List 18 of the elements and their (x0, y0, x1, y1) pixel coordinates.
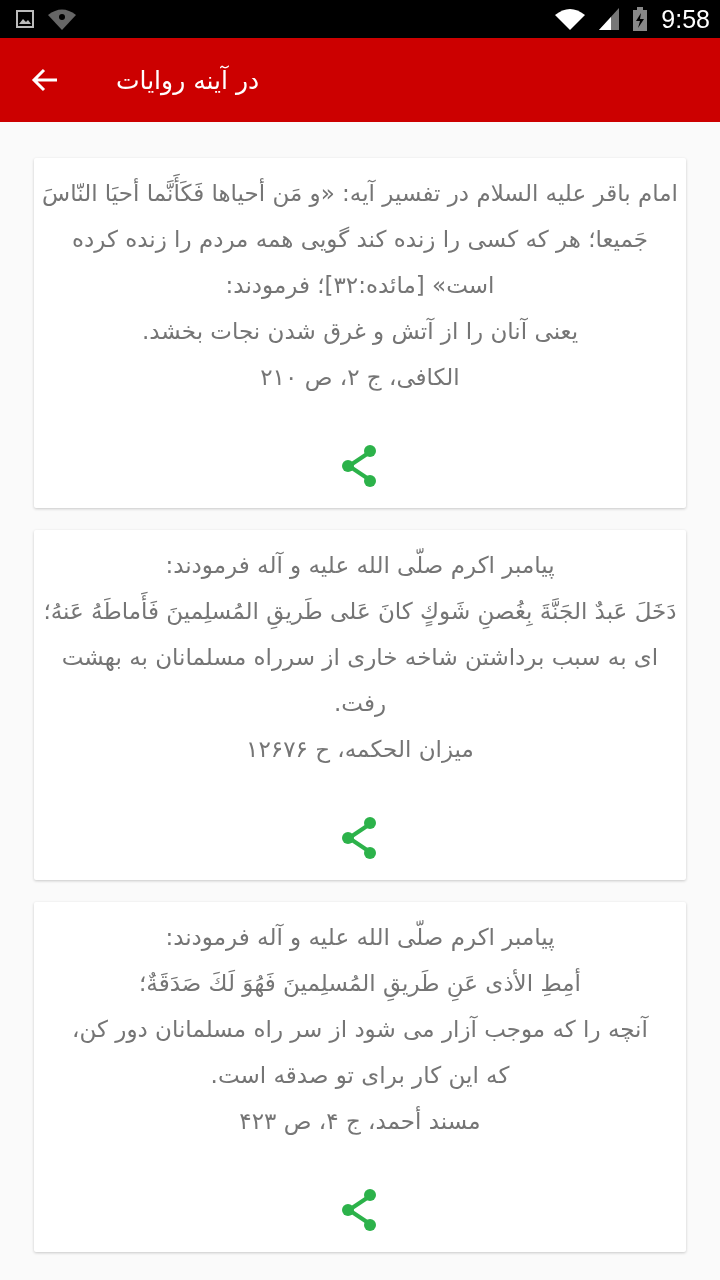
hadith-text: ای به سبب برداشتن شاخه خاری از سرراه مسلمانان به بهشت رفت. (60, 643, 660, 719)
signal-icon (599, 8, 620, 30)
hadith-text: پیامبر اکرم صلّی الله علیه و آله فرمودند: (42, 914, 678, 960)
hadith-text: دَخَلَ عَبدٌ الجَنَّةَ بِغُصنِ شَوكٍ كانَ عَلی طَريقِ المُسلِمينَ فَأَماطَهُ عَنهُ؛ (42, 588, 678, 634)
hadith-text: پیامبر اکرم صلّی الله علیه و آله فرمودند: (42, 542, 678, 588)
hadith-text: مسند أحمد، ج ۴، ص ۴۲۳ (238, 1105, 482, 1137)
image-icon (16, 10, 34, 28)
hadith-text: که این کار برای تو صدقه است. (209, 1061, 511, 1091)
hadith-text: آنچه را که موجب آزار می شود از سر راه مسلمانان دور کن، (71, 1014, 650, 1045)
hadith-text: ميزان الحكمه، ح ۱۲۶۷۶ (245, 735, 475, 765)
status-time: 9:58 (661, 4, 710, 34)
battery-charging-icon (633, 7, 648, 31)
hadith-text: أمِطِ الأذی عَنِ طَريقِ المُسلِمينَ فَهُوَ لَكَ صَدَقَةٌ؛ (42, 960, 678, 1006)
hadith-text: الكافی، ج ۲، ص ۲۱۰ (259, 363, 461, 393)
wifi-icon (555, 8, 586, 30)
screen-title: در آینه روایات (116, 65, 260, 95)
hadith-text: یعنی آنان را از آتش و غرق شدن نجات بخشد. (140, 316, 580, 347)
hadith-text: امام باقر علیه السلام در تفسیر آیه: «و مَن أحیاها فَكَأَنَّما أحيَا النّاسَ جَمیعا؛ هر كه كسی را زنده كند گویی همه مردم را زنده كرده است» [مائده:۳۲]؛ فرمودند: (42, 170, 678, 308)
